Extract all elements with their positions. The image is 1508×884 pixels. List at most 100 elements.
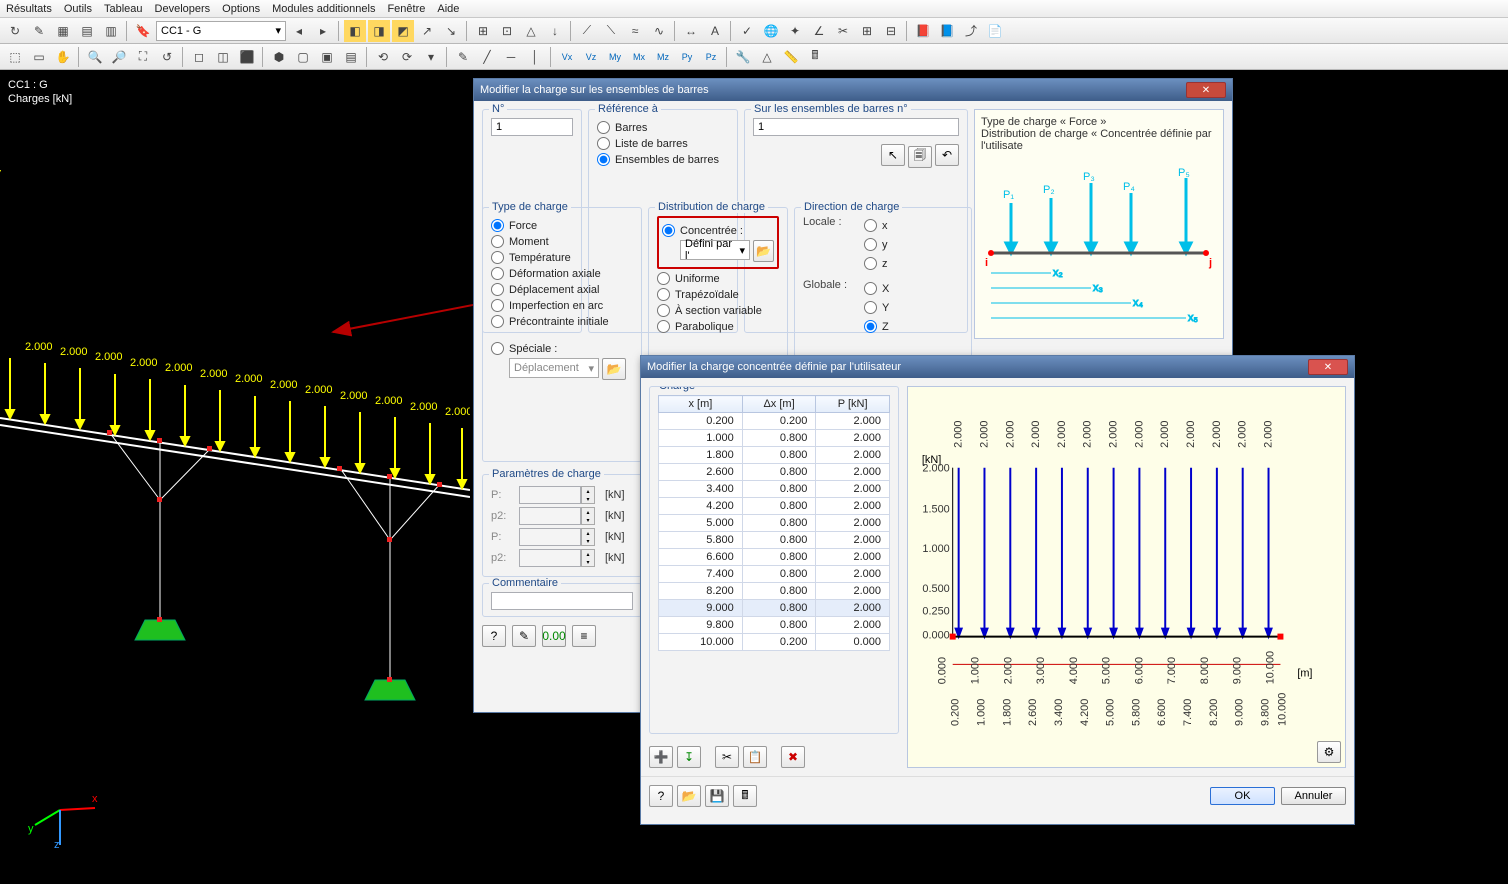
dir-y-radio[interactable]: y [864,238,888,251]
angle-icon[interactable]: ∠ [808,20,830,42]
no-input[interactable] [491,118,573,136]
chevron-down-icon[interactable]: ▾ [420,46,442,68]
check-icon[interactable]: ✓ [736,20,758,42]
insert-row-icon[interactable]: ↧ [677,746,701,768]
menu-aide[interactable]: Aide [437,3,459,15]
dist-parabolique-radio[interactable]: Parabolique [657,320,779,333]
concentree-combo[interactable]: Défini par l'▾ [680,240,750,260]
menu-developers[interactable]: Developers [155,3,211,15]
dialog-modify-load-title[interactable]: Modifier la charge sur les ensembles de … [474,79,1232,101]
side-icon[interactable]: ▣ [316,46,338,68]
dist-concentree-radio[interactable]: Concentrée : [662,224,774,237]
table-row[interactable]: 3.4000.8002.000 [659,481,890,498]
type-precontrainte-radio[interactable]: Précontrainte initiale [491,315,633,328]
list-icon[interactable]: ≡ [572,625,596,647]
globe-icon[interactable]: 🌐 [760,20,782,42]
concentree-edit-btn[interactable]: 📂 [753,240,774,262]
iso-icon[interactable]: ⬢ [268,46,290,68]
view2-icon[interactable]: ◫ [212,46,234,68]
view1-icon[interactable]: ◻ [188,46,210,68]
close-icon[interactable]: ✕ [1308,359,1348,375]
dist-trapezoidale-radio[interactable]: Trapézoïdale [657,288,779,301]
py-icon[interactable]: Py [676,46,698,68]
ref-liste-radio[interactable]: Liste de barres [597,137,729,150]
type-deformation-radio[interactable]: Déformation axiale [491,267,633,280]
axis-icon[interactable]: ✦ [784,20,806,42]
ruler-icon[interactable]: 📏 [780,46,802,68]
book-icon[interactable]: 📕 [912,20,934,42]
loadcase-combo[interactable]: CC1 - G▾ [156,21,286,41]
speciale-btn[interactable]: 📂 [602,358,626,380]
table-row[interactable]: 2.6000.8002.000 [659,464,890,481]
members-icon[interactable]: ⊞ [472,20,494,42]
prev-icon[interactable]: ◂ [288,20,310,42]
type-force-radio[interactable]: Force [491,219,633,232]
select2-icon[interactable]: ▭ [28,46,50,68]
grid-icon[interactable]: ▦ [52,20,74,42]
view3-icon[interactable]: ⬛ [236,46,258,68]
comment-input[interactable] [491,592,633,610]
dist-uniforme-radio[interactable]: Uniforme [657,272,779,285]
table-row[interactable]: 7.4000.8002.000 [659,566,890,583]
chart-settings-icon[interactable]: ⚙ [1317,741,1341,763]
menu-fenetre[interactable]: Fenêtre [387,3,425,15]
menu-resultats[interactable]: Résultats [6,3,52,15]
ref-barres-radio[interactable]: Barres [597,121,729,134]
pencil-icon[interactable]: ✎ [452,46,474,68]
save-icon[interactable]: 💾 [705,785,729,807]
type-speciale-radio[interactable]: Spéciale : [491,342,633,355]
charge-table[interactable]: x [m] Δx [m] P [kN] 0.2000.2002.0001.000… [658,395,890,651]
speciale-combo[interactable]: Déplacement▾ [509,358,599,378]
rotate2-icon[interactable]: ⟳ [396,46,418,68]
table-row[interactable]: 4.2000.8002.000 [659,498,890,515]
help2-icon[interactable]: ? [649,785,673,807]
dir-z-radio[interactable]: z [864,257,888,270]
menu-tableau[interactable]: Tableau [104,3,143,15]
line3-icon[interactable]: │ [524,46,546,68]
highlight2-icon[interactable]: ◨ [368,20,390,42]
text-icon[interactable]: A [704,20,726,42]
menu-modules[interactable]: Modules additionnels [272,3,375,15]
table-row[interactable]: 5.8000.8002.000 [659,532,890,549]
supports-icon[interactable]: △ [520,20,542,42]
table-row[interactable]: 9.0000.8002.000 [659,600,890,617]
table-row[interactable]: 1.8000.8002.000 [659,447,890,464]
ref-ensembles-radio[interactable]: Ensembles de barres [597,153,729,166]
calc2-icon[interactable]: 🖩 [733,785,757,807]
close-icon[interactable]: ✕ [1186,82,1226,98]
next-icon[interactable]: ▸ [312,20,334,42]
marker-icon[interactable]: 🔖 [132,20,154,42]
dir-x-radio[interactable]: x [864,219,888,232]
table-row[interactable]: 0.2000.2002.000 [659,413,890,430]
open-icon[interactable]: 📂 [677,785,701,807]
vz-icon[interactable]: Vz [580,46,602,68]
export-icon[interactable]: ⤴ [960,20,982,42]
ok-button[interactable]: OK [1210,787,1275,805]
type-temperature-radio[interactable]: Température [491,251,633,264]
cut-icon[interactable]: ✂ [715,746,739,768]
value-icon[interactable]: 0.00 [542,625,566,647]
cancel-button[interactable]: Annuler [1281,787,1346,805]
refresh-icon[interactable]: ↻ [4,20,26,42]
table-icon[interactable]: ▥ [100,20,122,42]
line-icon[interactable]: ╱ [476,46,498,68]
graph3-icon[interactable]: ≈ [624,20,646,42]
my-icon[interactable]: My [604,46,626,68]
pick-list-icon[interactable]: 🗐 [908,146,932,168]
grid3-icon[interactable]: ⊞ [856,20,878,42]
grid2-icon[interactable]: ▤ [76,20,98,42]
undo-icon[interactable]: ↶ [935,144,959,166]
type-imperfection-radio[interactable]: Imperfection en arc [491,299,633,312]
table-row[interactable]: 1.0000.8002.000 [659,430,890,447]
table-row[interactable]: 8.2000.8002.000 [659,583,890,600]
mz-icon[interactable]: Mz [652,46,674,68]
nodes-icon[interactable]: ⊡ [496,20,518,42]
mx-icon[interactable]: Mx [628,46,650,68]
copy-icon[interactable]: 📋 [743,746,767,768]
graph4-icon[interactable]: ∿ [648,20,670,42]
dir-Y-radio[interactable]: Y [864,301,889,314]
pz-icon[interactable]: Pz [700,46,722,68]
front-icon[interactable]: ▢ [292,46,314,68]
graph1-icon[interactable]: ⟋ [576,20,598,42]
table-row[interactable]: 5.0000.8002.000 [659,515,890,532]
